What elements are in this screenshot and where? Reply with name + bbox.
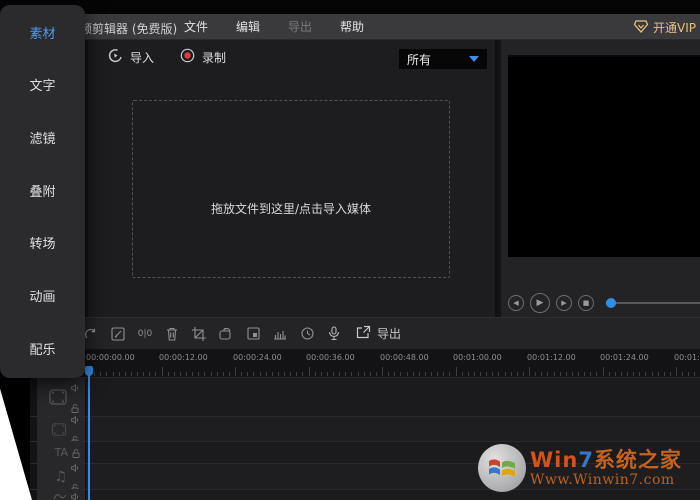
slider-thumb[interactable] <box>606 298 616 308</box>
import-button[interactable]: 导入 <box>108 48 154 66</box>
track-row-video-2 <box>30 416 700 441</box>
sidebar-item-transitions[interactable]: 转场 <box>0 227 85 257</box>
timeline-ruler[interactable]: 00:00:00.00 00:00:12.00 00:00:24.00 00:0… <box>30 349 700 377</box>
rotate-icon[interactable] <box>218 326 234 342</box>
microphone-icon[interactable] <box>326 326 342 342</box>
edit-icon[interactable] <box>110 326 126 342</box>
page-corner <box>0 385 32 500</box>
sidebar-item-music[interactable]: 配乐 <box>0 333 85 363</box>
windows-logo-icon <box>478 444 526 492</box>
screenshot-stage: 频剪辑器 (免费版) 文件 编辑 导出 帮助 开通VIP <box>0 0 700 500</box>
vip-upgrade-button[interactable]: 开通VIP <box>634 14 696 40</box>
video-track-lane[interactable] <box>86 378 700 416</box>
record-button[interactable]: 录制 <box>180 48 226 66</box>
crop-icon[interactable] <box>191 326 207 342</box>
mute-track-icon[interactable] <box>71 486 80 500</box>
title-bar: 频剪辑器 (免费版) 文件 编辑 导出 帮助 开通VIP <box>30 14 700 40</box>
import-label: 导入 <box>130 49 154 66</box>
menu-bar: 文件 编辑 导出 帮助 <box>170 14 378 40</box>
media-library-panel: 导入 录制 所有 拖放文件到这里/点击导入媒体 <box>88 40 498 317</box>
sidebar-item-overlays[interactable]: 叠附 <box>0 175 85 205</box>
watermark-title: Win7系统之家 <box>530 449 682 471</box>
video-track-lane[interactable] <box>86 417 700 441</box>
film-strip-icon <box>51 423 67 436</box>
sidebar-item-label: 文字 <box>29 75 55 94</box>
app-title: 频剪辑器 (免费版) <box>80 20 177 37</box>
chevron-down-icon <box>469 56 479 62</box>
mute-track-icon[interactable] <box>71 457 80 476</box>
split-glyph: 0|0 <box>138 329 152 339</box>
previous-frame-button[interactable]: ◀ <box>508 295 524 311</box>
sidebar-item-media[interactable]: 素材 <box>0 17 85 47</box>
ruler-label: 00:01:24.00 <box>600 353 649 362</box>
mute-track-icon[interactable] <box>71 409 80 428</box>
dropdown-selected-value: 所有 <box>407 51 431 68</box>
sidebar-item-text[interactable]: 文字 <box>0 69 85 99</box>
preview-video-area[interactable] <box>508 55 700 257</box>
delete-icon[interactable] <box>164 326 180 342</box>
app-window: 频剪辑器 (免费版) 文件 编辑 导出 帮助 开通VIP <box>30 14 700 500</box>
text-track-icon: TA <box>55 446 68 459</box>
ruler-label: 00:00:00.00 <box>86 353 135 362</box>
music-note-icon: ♫ <box>54 469 67 485</box>
sidebar-item-label: 配乐 <box>29 339 55 358</box>
preview-controls: ◀ ▶ ▶ ■ <box>508 292 700 314</box>
sidebar-item-animations[interactable]: 动画 <box>0 280 85 310</box>
vip-diamond-icon <box>634 18 648 37</box>
watermark-text: Win7系统之家 Www.Winwin7.com <box>530 449 682 488</box>
track-row-video-1 <box>30 377 700 416</box>
dropzone-hint-text: 拖放文件到这里/点击导入媒体 <box>133 200 449 217</box>
ruler-label: 00:00:24.00 <box>233 353 282 362</box>
export-label: 导出 <box>377 325 401 342</box>
sidebar-item-label: 叠附 <box>29 181 55 200</box>
stop-button[interactable]: ■ <box>578 295 594 311</box>
vip-label: 开通VIP <box>653 19 696 36</box>
ruler-ticks <box>30 365 700 377</box>
menu-export[interactable]: 导出 <box>274 14 326 40</box>
film-strip-icon <box>49 389 67 405</box>
play-button[interactable]: ▶ <box>530 293 550 313</box>
record-label: 录制 <box>202 49 226 66</box>
menu-file[interactable]: 文件 <box>170 14 222 40</box>
ruler-label: 00:01:00.00 <box>453 353 502 362</box>
sidebar-item-label: 滤镜 <box>29 128 55 147</box>
equalizer-icon[interactable] <box>272 326 288 342</box>
sidebar-item-label: 转场 <box>29 233 55 252</box>
duration-clock-icon[interactable] <box>299 326 315 342</box>
menu-help[interactable]: 帮助 <box>326 14 378 40</box>
export-button[interactable]: 导出 <box>356 325 401 342</box>
redo-icon[interactable] <box>83 326 99 342</box>
record-icon <box>180 48 195 66</box>
ruler-label: 00:00:12.00 <box>159 353 208 362</box>
mute-track-icon[interactable] <box>71 377 80 396</box>
edit-toolbar: 0|0 <box>30 317 700 349</box>
watermark-url: Www.Winwin7.com <box>530 472 682 488</box>
export-icon <box>356 325 371 342</box>
next-frame-button[interactable]: ▶ <box>556 295 572 311</box>
ruler-label: 00:00:36.00 <box>306 353 355 362</box>
ruler-label: 00:01:12.00 <box>527 353 576 362</box>
white-corner-wedge <box>0 385 32 500</box>
voice-track-header[interactable] <box>37 490 86 500</box>
preview-progress-slider[interactable] <box>606 302 700 304</box>
video-track-header[interactable] <box>37 417 86 441</box>
media-dropzone[interactable]: 拖放文件到这里/点击导入媒体 <box>132 100 450 278</box>
ruler-label: 00:00:48.00 <box>380 353 429 362</box>
voice-wave-icon <box>53 491 67 500</box>
ruler-label: 00:01:36.00 <box>674 353 700 362</box>
mosaic-icon[interactable] <box>245 326 261 342</box>
import-icon <box>108 48 123 66</box>
menu-edit[interactable]: 编辑 <box>222 14 274 40</box>
playhead-line[interactable] <box>88 366 90 500</box>
split-icon[interactable]: 0|0 <box>137 326 153 342</box>
sidebar-item-label: 动画 <box>29 286 55 305</box>
sidebar-item-label: 素材 <box>29 23 55 42</box>
media-filter-dropdown[interactable]: 所有 <box>399 49 487 69</box>
preview-panel: ◀ ▶ ▶ ■ 宽高比:16:9 <box>501 40 700 317</box>
asset-category-sidebar: 素材 文字 滤镜 叠附 转场 动画 配乐 <box>0 5 85 378</box>
sidebar-item-filters[interactable]: 滤镜 <box>0 122 85 152</box>
watermark: Win7系统之家 Www.Winwin7.com <box>478 444 682 492</box>
